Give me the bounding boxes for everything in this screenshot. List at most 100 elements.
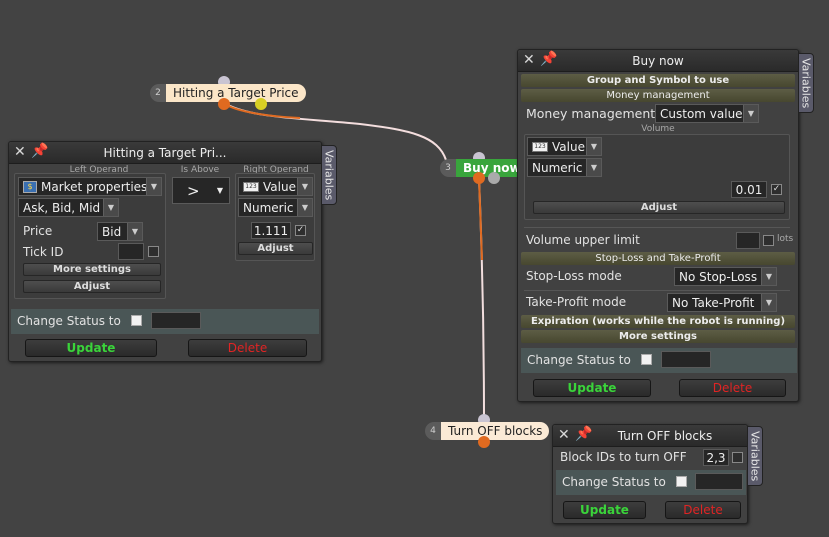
volume-type-value: Numeric: [532, 160, 583, 175]
subtype-value: Ask, Bid, Mid: [23, 200, 101, 215]
group-symbol-section[interactable]: Group and Symbol to use: [521, 74, 795, 87]
more-settings-section[interactable]: More settings: [521, 330, 795, 343]
update-button[interactable]: Update: [563, 501, 646, 519]
change-status-label: Change Status to: [562, 475, 666, 489]
adjust-left-button[interactable]: Adjust: [23, 280, 161, 293]
delete-button[interactable]: Delete: [188, 339, 307, 357]
change-status-checkbox[interactable]: [641, 354, 652, 365]
chevron-down-icon: ▼: [743, 105, 758, 122]
right-type-value: Numeric: [243, 200, 294, 215]
buy-output-secondary-port[interactable]: [488, 172, 500, 184]
volume-source-dropdown[interactable]: 123 Value ▼: [527, 137, 602, 156]
market-properties-icon: $: [23, 180, 37, 193]
chevron-down-icon: ▼: [146, 178, 161, 195]
change-status-input[interactable]: [695, 473, 743, 490]
take-profit-value: No Take-Profit: [672, 295, 755, 310]
right-source-dropdown[interactable]: 123 Value ▼: [238, 177, 313, 196]
panel-title: Buy now: [632, 54, 684, 68]
panel-title: Hitting a Target Pri...: [103, 146, 227, 160]
volume-value-input[interactable]: 0.01: [731, 181, 767, 198]
change-status-input[interactable]: [151, 312, 201, 329]
update-button[interactable]: Update: [533, 379, 651, 397]
money-management-value: Custom value: [660, 106, 743, 121]
chevron-down-icon: ▼: [103, 199, 118, 216]
adjust-button[interactable]: Adjust: [533, 201, 785, 214]
panel-header[interactable]: ✕ 📌 Turn OFF blocks: [553, 425, 747, 447]
source-value: Market properties: [41, 179, 148, 194]
delete-button[interactable]: Delete: [679, 379, 786, 397]
panel-header[interactable]: ✕ 📌 Hitting a Target Pri...: [9, 142, 321, 164]
tick-id-input[interactable]: [118, 243, 144, 260]
lots-unit-label: lots: [777, 234, 794, 244]
right-type-dropdown[interactable]: Numeric ▼: [238, 198, 313, 217]
condition-settings-panel: ✕ 📌 Hitting a Target Pri... Left Operand…: [8, 141, 322, 362]
buy-output-port[interactable]: [473, 172, 485, 184]
change-status-row: Change Status to: [521, 348, 797, 373]
off-output-port[interactable]: [478, 436, 490, 448]
stop-loss-dropdown[interactable]: No Stop-Loss ▼: [674, 267, 777, 286]
is-above-label: Is Above: [180, 165, 220, 175]
price-dropdown[interactable]: Bid ▼: [97, 222, 143, 241]
chevron-down-icon: ▼: [297, 178, 312, 195]
condition-output-no-port[interactable]: [218, 98, 230, 110]
value-icon: 123: [532, 141, 548, 152]
expiration-section[interactable]: Expiration (works while the robot is run…: [521, 315, 795, 328]
block-number: 3: [440, 159, 456, 177]
block-ids-checkbox[interactable]: [732, 452, 743, 463]
change-status-checkbox[interactable]: [131, 315, 142, 326]
block-label: Turn OFF blocks: [441, 422, 550, 440]
right-operand-group: 123 Value ▼ Numeric ▼ 1.111 ✓ Adjust: [235, 173, 315, 261]
variables-tab[interactable]: Variables: [747, 426, 763, 486]
volume-group: 123 Value ▼ Numeric ▼ 0.01 ✓ Adjust: [524, 134, 790, 220]
change-status-input[interactable]: [661, 351, 711, 368]
money-management-dropdown[interactable]: Custom value ▼: [655, 104, 759, 123]
chevron-down-icon: ▼: [761, 294, 776, 311]
price-label: Price: [23, 224, 53, 238]
change-status-checkbox[interactable]: [676, 476, 687, 487]
chevron-down-icon: ▼: [586, 159, 601, 176]
money-management-section: Money management: [521, 89, 795, 102]
volume-upper-limit-input[interactable]: [736, 232, 760, 249]
delete-button[interactable]: Delete: [665, 501, 741, 519]
adjust-right-button[interactable]: Adjust: [238, 242, 313, 255]
caret-down-icon: ▼: [216, 186, 223, 195]
volume-upper-limit-checkbox[interactable]: [763, 235, 774, 246]
panel-title: Turn OFF blocks: [617, 429, 713, 443]
volume-type-dropdown[interactable]: Numeric ▼: [527, 158, 602, 177]
panel-header[interactable]: ✕ 📌 Buy now: [518, 50, 798, 72]
chevron-down-icon: ▼: [297, 199, 312, 216]
tick-id-label: Tick ID: [23, 245, 64, 259]
subtype-dropdown[interactable]: Ask, Bid, Mid ▼: [18, 198, 119, 217]
volume-upper-limit-label: Volume upper limit: [526, 233, 640, 247]
volume-source-value: Value: [552, 139, 585, 154]
volume-label: Volume: [641, 124, 675, 134]
take-profit-dropdown[interactable]: No Take-Profit ▼: [667, 293, 777, 312]
source-dropdown[interactable]: $ Market properties ▼: [18, 177, 162, 196]
block-label: Hitting a Target Price: [166, 84, 306, 102]
variables-tab[interactable]: Variables: [321, 145, 337, 205]
take-profit-label: Take-Profit mode: [526, 295, 627, 309]
block-number: 4: [425, 422, 441, 440]
operator-dropdown[interactable]: > ▼: [172, 177, 230, 204]
close-icon[interactable]: ✕: [558, 427, 570, 443]
buy-settings-panel: ✕ 📌 Buy now Group and Symbol to use Mone…: [517, 49, 799, 402]
right-value-input[interactable]: 1.111: [251, 222, 291, 239]
block-ids-input[interactable]: 2,3: [703, 449, 729, 466]
change-status-row: Change Status to: [556, 470, 746, 495]
volume-value-checkbox[interactable]: ✓: [771, 184, 782, 195]
change-status-label: Change Status to: [527, 353, 631, 367]
money-management-label: Money management: [526, 106, 656, 121]
update-button[interactable]: Update: [25, 339, 157, 357]
right-source-value: Value: [263, 179, 296, 194]
more-settings-button[interactable]: More settings: [23, 263, 161, 276]
tick-id-checkbox[interactable]: [148, 246, 159, 257]
operator-value: >: [187, 181, 200, 200]
variables-tab[interactable]: Variables: [798, 53, 814, 113]
turn-off-settings-panel: ✕ 📌 Turn OFF blocks Block IDs to turn OF…: [552, 424, 748, 524]
workspace-canvas[interactable]: 2 Hitting a Target Price 3 Buy now 4 Tur…: [0, 0, 829, 537]
stop-loss-label: Stop-Loss mode: [526, 269, 622, 283]
condition-output-yes-port[interactable]: [255, 98, 267, 110]
right-value-checkbox[interactable]: ✓: [295, 225, 306, 236]
divider: [524, 227, 790, 228]
sl-tp-section: Stop-Loss and Take-Profit: [521, 252, 795, 265]
